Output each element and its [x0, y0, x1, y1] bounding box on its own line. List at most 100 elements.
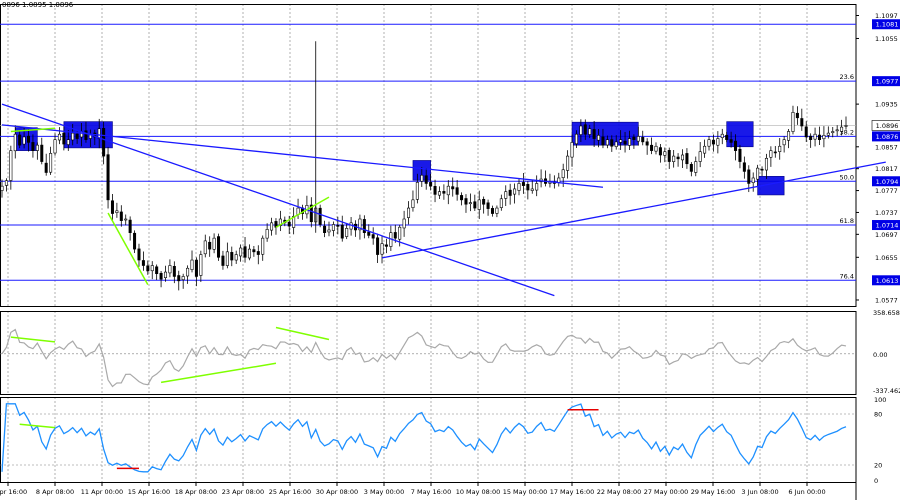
candle-body	[163, 271, 168, 278]
time-label: 25 Apr 16:00	[269, 488, 311, 496]
cci-divergence-line	[10, 336, 56, 343]
candle-body	[150, 265, 154, 272]
candle-body	[641, 137, 645, 143]
candle-body	[579, 125, 583, 135]
time-label: 29 May 16:00	[691, 488, 736, 496]
candle-body	[66, 139, 70, 145]
candle-body	[0, 185, 4, 191]
candle-body	[265, 229, 269, 239]
candle-body	[18, 134, 22, 146]
candle-body	[252, 249, 256, 253]
candle-body	[460, 195, 464, 201]
price-tick-label: 1.1097	[875, 12, 898, 20]
candle-body	[57, 133, 61, 141]
candle-body	[415, 182, 419, 200]
candle-body	[133, 232, 137, 250]
candle-body	[667, 150, 671, 162]
candle-body	[203, 240, 207, 255]
candle-body	[769, 150, 773, 158]
fibo-level-label: 23.6	[840, 73, 854, 81]
candle-body	[407, 207, 411, 218]
candle-body	[751, 177, 755, 183]
candle-body	[680, 154, 685, 161]
candle-body	[817, 134, 821, 140]
candle-body	[800, 118, 804, 127]
price-tick-label: 1.0935	[875, 101, 898, 109]
candle-body	[725, 134, 729, 140]
candle-body	[420, 174, 424, 182]
candle-body	[225, 251, 229, 266]
candle-body	[477, 199, 481, 210]
cci-pane[interactable]	[0, 326, 856, 388]
candle-body	[597, 135, 601, 141]
divergence-line	[107, 212, 149, 286]
highlight-box	[63, 121, 113, 149]
time-label: 7 May 16:00	[411, 488, 451, 496]
candle-body	[234, 254, 238, 261]
candle-body	[517, 183, 521, 191]
candle-body	[716, 138, 720, 146]
candle-body	[35, 144, 39, 151]
candle-body	[124, 218, 128, 221]
candle-body	[720, 133, 724, 138]
candle-body	[535, 183, 539, 191]
candle-body	[243, 246, 247, 258]
chart-canvas[interactable]: 23.638.250.061.876.4 3 Apr 16:008 Apr 08…	[0, 0, 900, 500]
price-tick-label: 1.0817	[875, 165, 898, 173]
candle-body	[367, 231, 371, 236]
candle-body	[685, 153, 689, 165]
candle-body	[601, 136, 605, 146]
fibo-price-label: 1.0794	[876, 178, 899, 186]
candle-body	[446, 185, 450, 196]
price-tick-label: 1.0777	[875, 187, 898, 195]
fibo-level-label: 50.0	[840, 173, 854, 181]
time-label: 27 May 00:00	[644, 488, 689, 496]
candle-body	[764, 157, 768, 171]
candle-body	[4, 180, 8, 186]
candle-body	[486, 202, 490, 209]
candle-body	[557, 177, 561, 183]
price-pane[interactable]: 23.638.250.061.876.4	[0, 23, 886, 297]
candle-body	[433, 186, 437, 195]
time-label: 15 May 00:00	[503, 488, 548, 496]
pane-frame-0	[0, 4, 857, 307]
rsi-tick-label: 20	[874, 462, 882, 470]
candle-body	[13, 133, 17, 152]
candle-body	[261, 237, 265, 255]
candle-body	[44, 162, 48, 173]
candle-body	[230, 252, 234, 261]
candle-body	[495, 207, 499, 214]
time-label: 6 Jun 00:00	[788, 488, 825, 496]
candle-body	[795, 112, 799, 119]
candle-body	[212, 237, 216, 250]
candle-body	[658, 147, 662, 156]
candle-body	[270, 222, 274, 231]
cci-tick-label: -337.462	[873, 387, 900, 395]
candle-body	[190, 259, 194, 270]
candle-body	[504, 191, 508, 199]
candle-body	[782, 139, 786, 146]
highlight-box	[726, 121, 754, 148]
candle-body	[632, 136, 636, 140]
rsi-pane[interactable]	[0, 403, 856, 473]
cci-tick-label: 358.6587	[873, 309, 900, 317]
candle-body	[128, 219, 132, 233]
candle-body	[62, 132, 66, 145]
candle-body	[247, 248, 251, 259]
candle-body	[451, 186, 455, 190]
candle-body	[654, 145, 658, 152]
price-tick-label: 1.0857	[875, 143, 898, 151]
candle-body	[583, 124, 587, 135]
candle-body	[809, 135, 813, 140]
trend-line	[381, 161, 886, 259]
pane-frame-1	[0, 311, 857, 395]
time-label: 15 Apr 16:00	[128, 488, 170, 496]
fibo-price-label: 1.0876	[876, 133, 899, 141]
candle-body	[102, 128, 106, 157]
candle-body	[239, 247, 243, 257]
candle-body	[384, 244, 388, 247]
time-label: 10 May 08:00	[456, 488, 501, 496]
price-tick-label: 1.0737	[875, 209, 898, 217]
candle-body	[186, 267, 190, 277]
candle-body	[323, 225, 327, 233]
